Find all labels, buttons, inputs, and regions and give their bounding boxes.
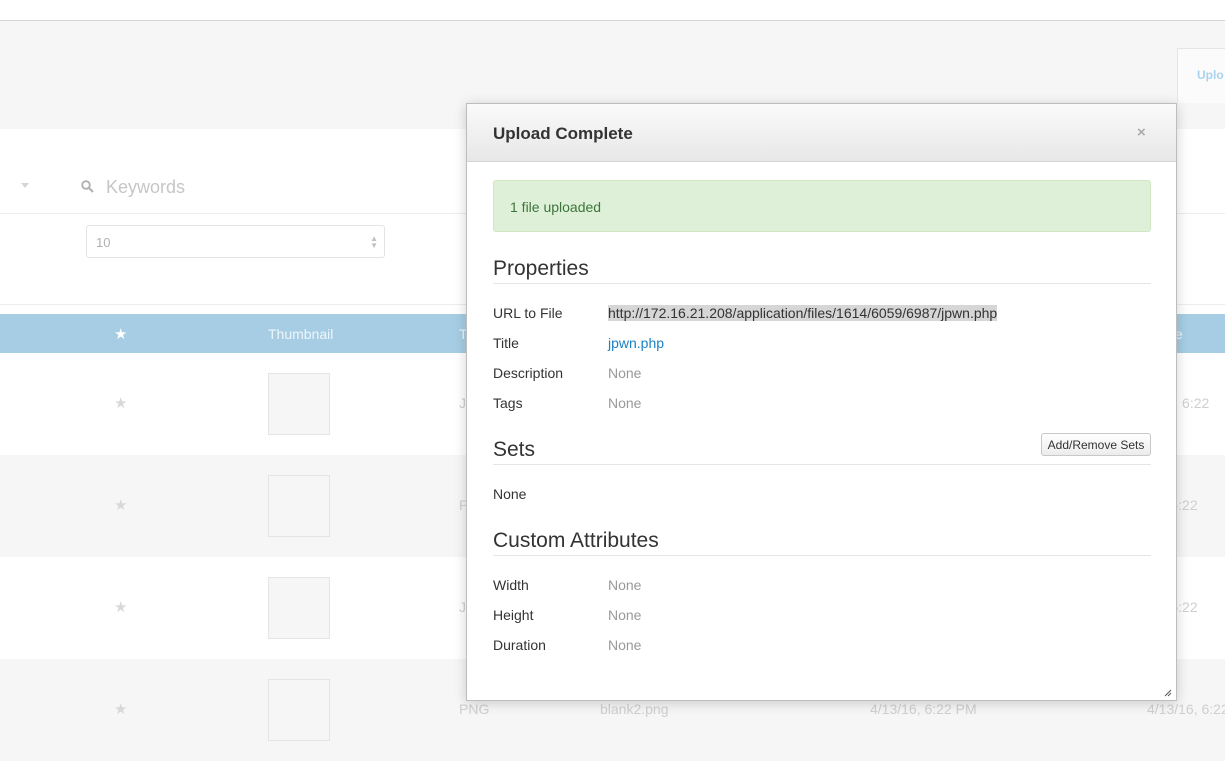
thumbnail-image — [268, 577, 330, 639]
description-label: Description — [493, 365, 564, 381]
search-input[interactable]: Keywords — [106, 177, 185, 198]
width-label: Width — [493, 577, 529, 593]
tags-value[interactable]: None — [608, 395, 641, 411]
thumbnail-image — [268, 475, 330, 537]
success-alert: 1 file uploaded — [493, 180, 1151, 232]
upload-files-label: Uplo — [1197, 68, 1224, 82]
column-header-thumbnail[interactable]: Thumbnail — [268, 326, 333, 342]
select-arrows-icon: ▲ ▼ — [370, 234, 378, 250]
description-value[interactable]: None — [608, 365, 641, 381]
width-value[interactable]: None — [608, 577, 641, 593]
thumbnail-image — [268, 373, 330, 435]
top-bar — [0, 0, 1225, 21]
search-icon — [81, 180, 94, 193]
per-page-value: 10 — [96, 235, 111, 250]
file-type: J — [459, 395, 466, 411]
resize-grip-icon[interactable] — [1164, 689, 1172, 697]
dropdown-caret-icon[interactable] — [21, 183, 29, 188]
custom-attributes-heading: Custom Attributes — [493, 529, 659, 552]
sets-heading: Sets — [493, 438, 536, 461]
sets-value: None — [493, 486, 527, 502]
favorite-star-icon[interactable]: ★ — [114, 700, 127, 718]
tags-label: Tags — [493, 395, 523, 411]
custom-attributes-section-heading: Custom Attributes — [493, 526, 1151, 556]
duration-label: Duration — [493, 637, 546, 653]
modified-date: 4/13/16, 6:22 — [1147, 701, 1225, 717]
file-type: PNG — [459, 701, 490, 717]
favorite-star-icon[interactable]: ★ — [114, 496, 127, 514]
title-label: Title — [493, 335, 519, 351]
star-icon[interactable]: ★ — [114, 325, 127, 343]
properties-heading: Properties — [493, 257, 589, 280]
close-icon[interactable]: × — [1137, 124, 1146, 141]
per-page-select[interactable]: 10 ▲ ▼ — [86, 225, 385, 258]
dialog-header: Upload Complete × — [467, 104, 1176, 162]
properties-section-heading: Properties — [493, 254, 1151, 284]
dialog-title: Upload Complete — [493, 124, 633, 143]
add-remove-sets-button[interactable]: Add/Remove Sets — [1041, 433, 1151, 456]
favorite-star-icon[interactable]: ★ — [114, 394, 127, 412]
upload-files-button[interactable]: Uplo — [1177, 48, 1225, 103]
height-label: Height — [493, 607, 534, 623]
url-value[interactable]: http://172.16.21.208/application/files/1… — [608, 305, 998, 321]
duration-value[interactable]: None — [608, 637, 641, 653]
url-label: URL to File — [493, 305, 563, 321]
height-value[interactable]: None — [608, 607, 641, 623]
thumbnail-image — [268, 679, 330, 741]
file-name: blank2.png — [600, 701, 669, 717]
success-alert-text: 1 file uploaded — [510, 199, 602, 215]
title-link[interactable]: jpwn.php — [608, 335, 664, 351]
upload-complete-dialog: Upload Complete × 1 file uploaded Proper… — [466, 103, 1177, 701]
file-type: J — [459, 599, 466, 615]
upload-date: 4/13/16, 6:22 PM — [870, 701, 977, 717]
favorite-star-icon[interactable]: ★ — [114, 598, 127, 616]
